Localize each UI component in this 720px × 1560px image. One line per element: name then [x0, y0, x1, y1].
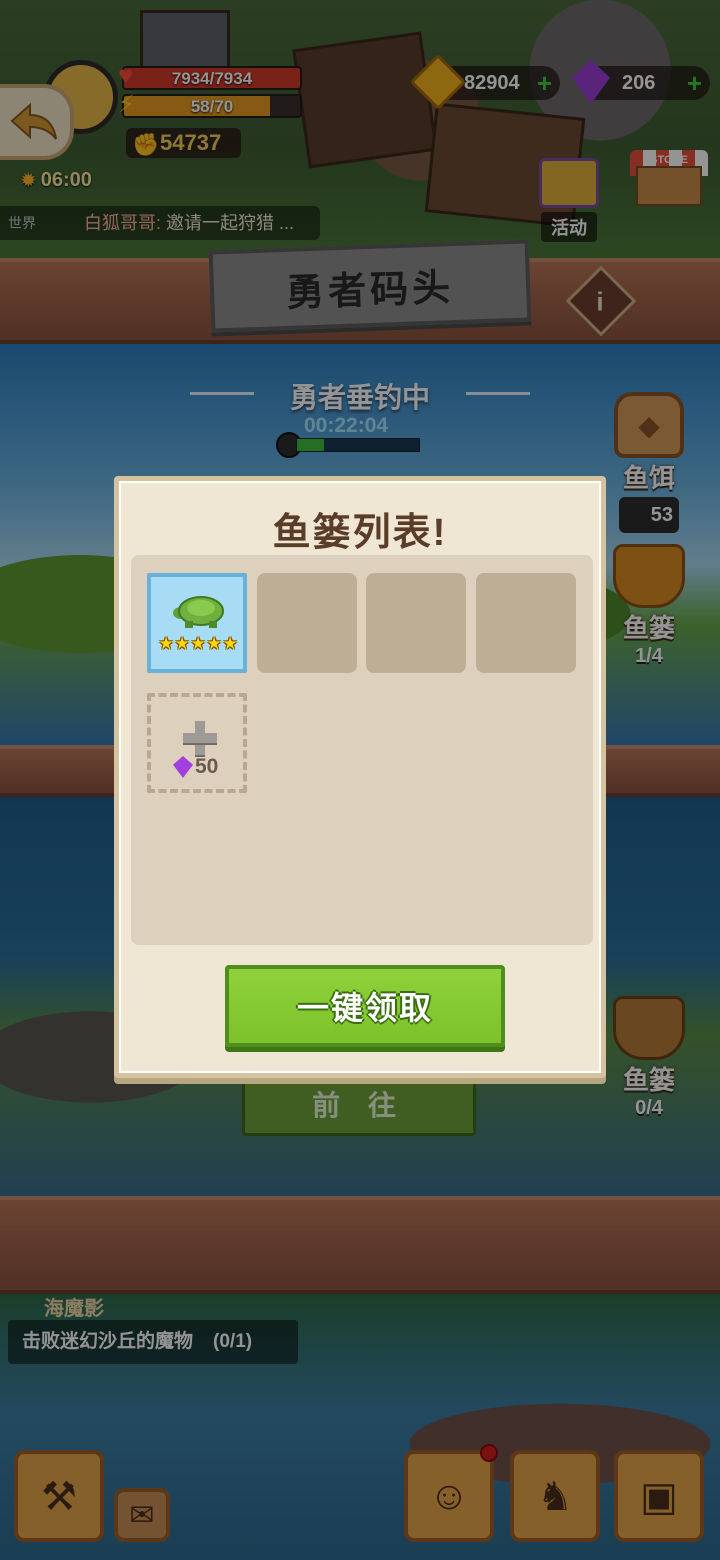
- turtle-icon: [173, 596, 224, 628]
- basket-slot-empty: [366, 573, 466, 673]
- basket-slot-empty: [257, 573, 357, 673]
- star-icon: ★: [222, 634, 238, 653]
- basket-slot-grid: ★ ★ ★ ★ ★ 50: [131, 555, 593, 945]
- star-icon: ★: [158, 634, 174, 653]
- star-icon: ★: [206, 634, 222, 653]
- purple-gem-icon: [173, 756, 193, 778]
- fish-basket-dialog: 鱼篓列表! ★ ★ ★ ★ ★ 50 一键领取: [114, 476, 606, 1078]
- rarity-stars: ★ ★ ★ ★ ★: [158, 634, 238, 657]
- claim-all-button[interactable]: 一键领取: [225, 965, 505, 1047]
- basket-slot[interactable]: ★ ★ ★ ★ ★: [147, 573, 247, 673]
- add-slot-cost: 50: [195, 755, 219, 778]
- add-slot-button[interactable]: 50: [147, 693, 247, 793]
- dialog-title: 鱼篓列表!: [272, 512, 448, 554]
- add-slot-price: 50: [173, 755, 218, 779]
- basket-slot-empty: [476, 573, 576, 673]
- claim-all-label: 一键领取: [296, 990, 433, 1026]
- star-icon: ★: [190, 634, 206, 653]
- star-icon: ★: [174, 634, 190, 653]
- plus-icon: [183, 721, 217, 755]
